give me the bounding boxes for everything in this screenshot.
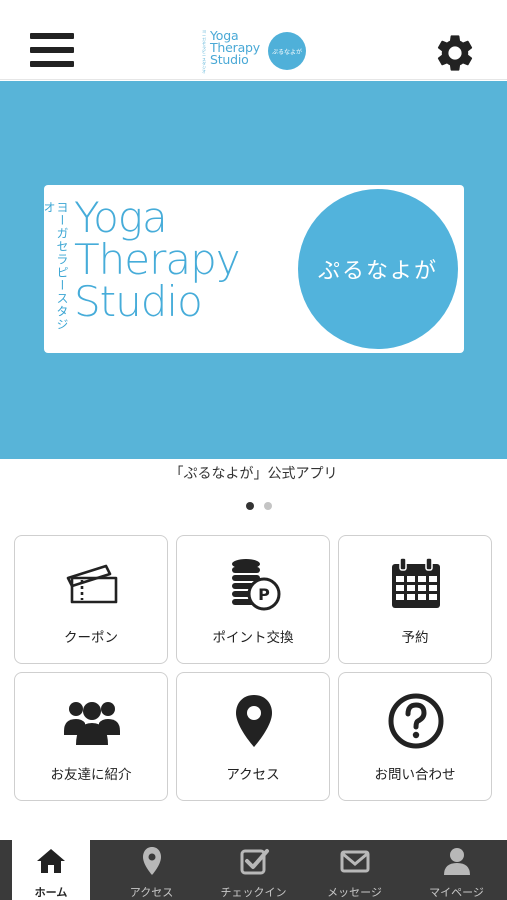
carousel-dot[interactable]: [264, 502, 272, 510]
hero-banner[interactable]: ヨーガセラピースタジオ Yoga Therapy Studio ぷるなよが: [0, 81, 507, 459]
tab-checkin[interactable]: チェックイン: [203, 840, 304, 900]
banner-caption: 「ぷるなよが」公式アプリ: [169, 466, 338, 482]
tab-home-label: ホーム: [34, 886, 68, 899]
tab-access[interactable]: アクセス: [101, 840, 202, 900]
bottom-tab-bar: ホーム アクセス チェックイン メッセージ マイページ: [0, 840, 507, 900]
logo-vertical-text: ヨーガセラピースタジオ: [202, 29, 206, 74]
banner-vertical-text: ヨーガセラピースタジオ: [42, 201, 69, 331]
header-logo: ヨーガセラピースタジオ Yoga Therapy Studio ぷるなよが: [200, 28, 310, 74]
coupon-button[interactable]: クーポン: [14, 535, 168, 664]
refer-friend-label: お友達に紹介: [50, 767, 132, 783]
user-icon: [441, 845, 473, 877]
refer-friend-button[interactable]: お友達に紹介: [14, 672, 168, 801]
tab-message-label: メッセージ: [327, 886, 382, 899]
checkin-checkbox-icon: [238, 845, 270, 877]
tab-access-label: アクセス: [129, 886, 174, 899]
point-exchange-button[interactable]: P ポイント交換: [176, 535, 330, 664]
tab-checkin-label: チェックイン: [220, 886, 287, 899]
tab-home[interactable]: ホーム: [12, 840, 90, 900]
logo-line-studio: Studio: [210, 52, 249, 67]
app-header: ヨーガセラピースタジオ Yoga Therapy Studio ぷるなよが: [0, 0, 507, 80]
svg-text:P: P: [258, 585, 270, 604]
reservation-button[interactable]: 予約: [338, 535, 492, 664]
banner-line-studio: Studio: [74, 277, 203, 326]
banner-line-yoga: Yoga: [74, 193, 168, 242]
point-exchange-label: ポイント交換: [212, 630, 294, 646]
calendar-icon: [386, 554, 446, 614]
coupon-label: クーポン: [64, 630, 118, 646]
logo-circle: ぷるなよが: [268, 32, 306, 70]
carousel-dots[interactable]: [246, 502, 276, 512]
access-button[interactable]: アクセス: [176, 672, 330, 801]
carousel-dot-active[interactable]: [246, 502, 254, 510]
map-pin-icon: [224, 691, 284, 751]
ticket-icon: [62, 554, 122, 614]
group-users-icon: [62, 691, 122, 751]
contact-label: お問い合わせ: [374, 767, 456, 783]
reservation-label: 予約: [401, 630, 429, 646]
banner-circle: ぷるなよが: [298, 189, 458, 349]
tab-mypage-label: マイページ: [429, 886, 484, 899]
tab-message[interactable]: メッセージ: [304, 840, 405, 900]
contact-button[interactable]: お問い合わせ: [338, 672, 492, 801]
banner-logo-card: ヨーガセラピースタジオ Yoga Therapy Studio ぷるなよが: [42, 185, 464, 353]
coins-point-icon: P: [224, 554, 284, 614]
banner-line-therapy: Therapy: [74, 235, 241, 284]
banner-wordmark: Yoga Therapy Studio: [74, 193, 241, 326]
access-label: アクセス: [226, 767, 280, 783]
logo-words: Yoga Therapy Studio: [210, 29, 260, 67]
tab-mypage[interactable]: マイページ: [406, 840, 507, 900]
question-circle-icon: [386, 691, 446, 751]
envelope-icon: [339, 845, 371, 877]
map-pin-icon: [136, 845, 168, 877]
home-icon: [35, 845, 67, 877]
gear-icon[interactable]: [433, 31, 477, 75]
hamburger-menu-icon[interactable]: [30, 33, 74, 69]
